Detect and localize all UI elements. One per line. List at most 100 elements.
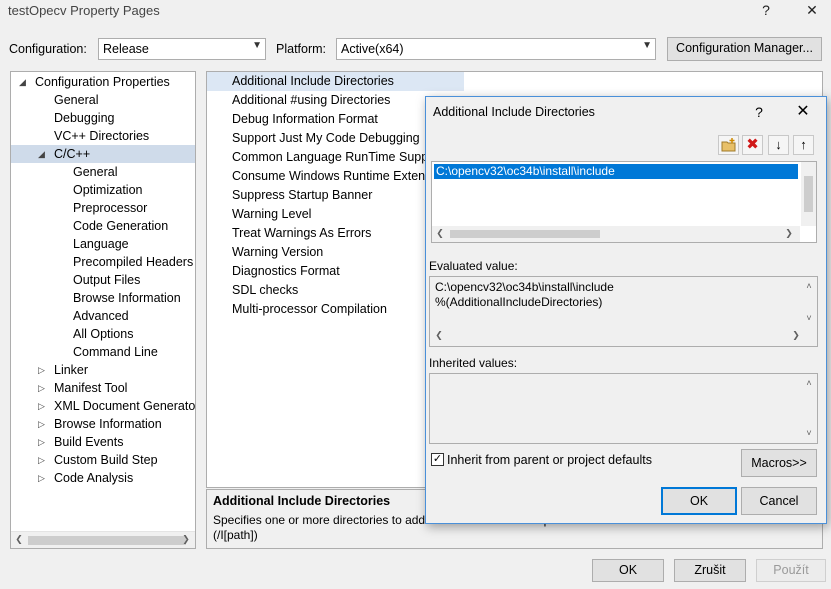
expanded-arrow-icon[interactable]: ◢ [19, 73, 26, 91]
dialog-help-button[interactable]: ? [746, 101, 772, 123]
tree-item[interactable]: ▷ Custom Build Step [11, 451, 195, 469]
tree-item-label: Linker [54, 363, 89, 377]
platform-value: Active(x64) [341, 42, 404, 56]
close-button[interactable]: ✕ [797, 0, 827, 22]
tree-item[interactable]: Debugging [11, 109, 195, 127]
inherit-checkbox[interactable]: ✓ [431, 453, 444, 466]
delete-icon: ✖ [746, 136, 759, 153]
tree-item[interactable]: Command Line [11, 343, 195, 361]
scroll-down-icon[interactable]: ˅ [804, 313, 814, 323]
tree-item[interactable]: Precompiled Headers [11, 253, 195, 271]
tree-item[interactable]: ▷ Linker [11, 361, 195, 379]
tree-item-label: Code Generation [73, 219, 169, 233]
dialog-cancel-button[interactable]: Cancel [741, 487, 817, 515]
directory-entry[interactable]: C:\opencv32\oc34b\install\include [434, 164, 798, 179]
inherited-values-box: ˄ ˅ [429, 373, 818, 444]
directory-vertical-scrollbar[interactable] [801, 162, 816, 226]
configuration-manager-button[interactable]: Configuration Manager... [667, 37, 822, 61]
dialog-ok-button[interactable]: OK [661, 487, 737, 515]
chevron-down-icon: ▼ [252, 40, 262, 51]
directory-horizontal-scrollbar[interactable]: ❮ ❯ [432, 226, 800, 242]
expanded-arrow-icon[interactable]: ◢ [38, 145, 45, 163]
help-button[interactable]: ? [751, 0, 781, 22]
cancel-button[interactable]: Zrušit [674, 559, 746, 582]
tree-item[interactable]: ◢ Configuration Properties [11, 73, 195, 91]
tree-item[interactable]: Advanced [11, 307, 195, 325]
tree-item[interactable]: Optimization [11, 181, 195, 199]
tree-item-label: General [54, 93, 99, 107]
property-row[interactable]: Additional Include Directories [207, 72, 464, 91]
platform-select[interactable]: Active(x64) ▼ [336, 38, 656, 60]
tree-item-label: Precompiled Headers [73, 255, 194, 269]
collapsed-arrow-icon[interactable]: ▷ [38, 361, 45, 379]
apply-button[interactable]: Použít [756, 559, 826, 582]
tree-item[interactable]: Language [11, 235, 195, 253]
scrollbar-thumb[interactable] [450, 230, 600, 238]
scroll-down-icon[interactable]: ˅ [804, 428, 814, 438]
move-down-button[interactable]: ↓ [768, 135, 789, 155]
tree-item-label: Browse Information [73, 291, 181, 305]
tree-item[interactable]: General [11, 91, 195, 109]
window-title: testOpecv Property Pages [8, 3, 160, 18]
collapsed-arrow-icon[interactable]: ▷ [38, 433, 45, 451]
scroll-right-icon[interactable]: ❯ [180, 534, 192, 545]
tree-item-label: Code Analysis [54, 471, 134, 485]
collapsed-arrow-icon[interactable]: ▷ [38, 451, 45, 469]
arrow-down-icon: ↓ [775, 137, 782, 152]
move-up-button[interactable]: ↑ [793, 135, 814, 155]
scroll-left-icon[interactable]: ❮ [435, 228, 445, 239]
tree-item[interactable]: ◢ C/C++ [11, 145, 195, 163]
tree-item[interactable]: ▷ Manifest Tool [11, 379, 195, 397]
scroll-left-icon[interactable]: ❮ [13, 534, 25, 545]
tree-item[interactable]: Output Files [11, 271, 195, 289]
tree-item[interactable]: ▷ Code Analysis [11, 469, 195, 487]
tree-item[interactable]: VC++ Directories [11, 127, 195, 145]
new-line-button[interactable] [718, 135, 739, 155]
dialog-close-button[interactable]: ✕ [790, 101, 816, 123]
tree-item[interactable]: ▷ Browse Information [11, 415, 195, 433]
scroll-left-icon[interactable]: ❮ [434, 330, 444, 341]
description-title: Additional Include Directories [213, 494, 391, 508]
tree-item-label: Build Events [54, 435, 124, 449]
tree-item[interactable]: ▷ Build Events [11, 433, 195, 451]
dialog-toolbar: ✖ ↓ ↑ [718, 135, 818, 157]
evaluated-value-box: C:\opencv32\oc34b\install\include %(Addi… [429, 276, 818, 347]
configuration-value: Release [103, 42, 149, 56]
scrollbar-thumb[interactable] [804, 176, 813, 212]
inherit-checkbox-label[interactable]: Inherit from parent or project defaults [447, 453, 652, 467]
inherited-values-label: Inherited values: [429, 356, 518, 370]
collapsed-arrow-icon[interactable]: ▷ [38, 469, 45, 487]
tree-item[interactable]: General [11, 163, 195, 181]
collapsed-arrow-icon[interactable]: ▷ [38, 379, 45, 397]
tree-item[interactable]: Preprocessor [11, 199, 195, 217]
scroll-up-icon[interactable]: ˄ [804, 378, 814, 388]
tree-item-label: Manifest Tool [54, 381, 128, 395]
tree-item-label: Optimization [73, 183, 143, 197]
property-tree[interactable]: ◢ Configuration Properties General Debuggin… [10, 71, 196, 549]
description-switch: (/I[path]) [213, 528, 258, 542]
tree-item[interactable]: Code Generation [11, 217, 195, 235]
scroll-right-icon[interactable]: ❯ [784, 228, 794, 239]
tree-item-label: Browse Information [54, 417, 162, 431]
tree-item-label: Configuration Properties [35, 75, 170, 89]
directory-list[interactable]: C:\opencv32\oc34b\install\include ❮ ❯ [431, 161, 817, 243]
delete-button[interactable]: ✖ [742, 135, 763, 155]
configuration-select[interactable]: Release ▼ [98, 38, 266, 60]
new-folder-icon [721, 138, 735, 152]
scroll-right-icon[interactable]: ❯ [791, 330, 801, 341]
additional-include-directories-dialog: Additional Include Directories ? ✕ ✖ ↓ ↑… [425, 96, 827, 524]
tree-item-label: Preprocessor [73, 201, 148, 215]
scrollbar-thumb[interactable] [28, 536, 186, 545]
macros-button[interactable]: Macros>> [741, 449, 817, 477]
scroll-up-icon[interactable]: ˄ [804, 281, 814, 291]
tree-item[interactable]: All Options [11, 325, 195, 343]
collapsed-arrow-icon[interactable]: ▷ [38, 397, 45, 415]
tree-item-label: XML Document Generator [54, 399, 196, 413]
arrow-up-icon: ↑ [800, 137, 807, 152]
tree-item[interactable]: Browse Information [11, 289, 195, 307]
collapsed-arrow-icon[interactable]: ▷ [38, 415, 45, 433]
ok-button[interactable]: OK [592, 559, 664, 582]
tree-item[interactable]: ▷ XML Document Generator [11, 397, 195, 415]
dialog-title: Additional Include Directories [433, 105, 595, 119]
tree-horizontal-scrollbar[interactable]: ❮ ❯ [11, 531, 195, 548]
